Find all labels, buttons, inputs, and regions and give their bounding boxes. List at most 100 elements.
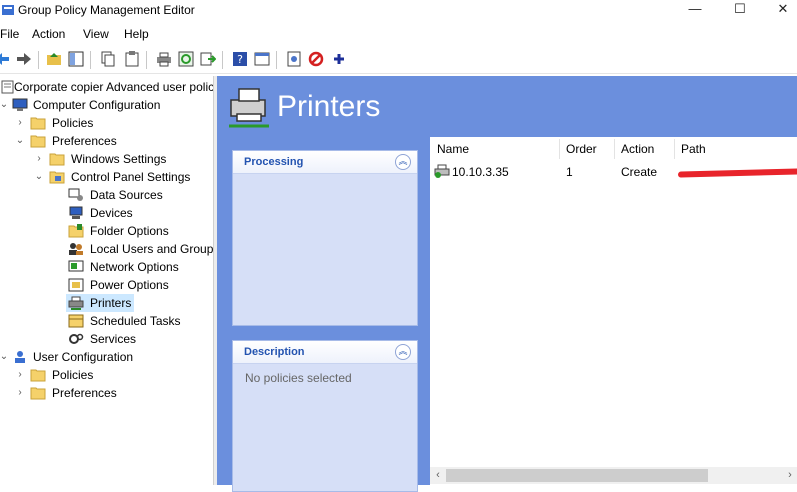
description-body: No policies selected <box>245 371 352 385</box>
menu-action[interactable]: Action <box>32 27 65 41</box>
chevron-right-icon[interactable]: › <box>33 150 45 168</box>
tree-item-user-policies[interactable]: › Policies <box>14 366 213 384</box>
chevron-right-icon[interactable]: › <box>14 384 26 402</box>
network-icon <box>68 260 84 272</box>
show-hide-tree-icon[interactable] <box>68 51 84 67</box>
back-arrow-icon[interactable] <box>0 51 10 67</box>
description-header[interactable]: Description ︽ <box>233 341 417 364</box>
tree-item-services[interactable]: Services <box>68 330 213 348</box>
chevron-down-icon[interactable]: ⌄ <box>0 348 10 366</box>
printer-item-icon <box>434 164 450 178</box>
copy-icon[interactable] <box>100 51 116 67</box>
tree-item-power-options[interactable]: Power Options <box>68 276 213 294</box>
chevron-right-icon[interactable]: › <box>14 114 26 132</box>
tree-label: Windows Settings <box>71 152 167 166</box>
cell-order: 1 <box>566 165 573 179</box>
users-icon <box>69 243 83 255</box>
column-header-name[interactable]: Name <box>437 142 469 156</box>
tree-item-folder-options[interactable]: Folder Options <box>68 222 213 240</box>
up-folder-icon[interactable] <box>46 51 62 67</box>
tree-item-data-sources[interactable]: Data Sources <box>68 186 213 204</box>
tree-item-preferences[interactable]: ⌄ Preferences <box>14 132 213 150</box>
tree-item-computer-configuration[interactable]: ⌄ Computer Configuration <box>0 96 213 114</box>
tree-item-user-configuration[interactable]: ⌄ User Configuration <box>0 348 213 366</box>
menu-file[interactable]: File <box>0 27 19 41</box>
tree-item-printers[interactable]: Printers <box>66 294 134 312</box>
cell-name: 10.10.3.35 <box>452 165 509 179</box>
toolbar-separator <box>146 51 147 69</box>
tree-item-root[interactable]: Corporate copier Advanced user polic <box>0 78 213 96</box>
menu-view[interactable]: View <box>83 27 109 41</box>
new-item-icon[interactable] <box>286 51 302 67</box>
folder-icon <box>30 369 46 382</box>
column-divider[interactable] <box>559 139 560 159</box>
processing-title: Processing <box>244 156 304 168</box>
tree-label: Folder Options <box>90 224 169 238</box>
close-button[interactable]: ✕ <box>760 0 797 22</box>
collapse-icon[interactable]: ︽ <box>395 344 411 360</box>
tree-item-network-options[interactable]: Network Options <box>68 258 213 276</box>
control-panel-folder-icon <box>49 171 65 184</box>
printer-header-icon <box>229 88 269 128</box>
tree-label: Scheduled Tasks <box>90 314 181 328</box>
column-divider[interactable] <box>674 139 675 159</box>
folder-icon <box>30 117 46 130</box>
folder-options-icon <box>68 224 84 238</box>
tree-label: Corporate copier Advanced user polic <box>14 80 213 94</box>
scrollbar-thumb[interactable] <box>446 469 708 482</box>
table-row[interactable]: 10.10.3.35 1 Create <box>430 162 797 180</box>
collapse-icon[interactable]: ︽ <box>395 154 411 170</box>
description-panel: Description ︽ No policies selected <box>232 340 418 492</box>
folder-icon <box>49 153 65 166</box>
menu-help[interactable]: Help <box>124 27 149 41</box>
chevron-down-icon[interactable]: ⌄ <box>0 96 10 114</box>
data-sources-icon <box>68 188 83 201</box>
print-icon[interactable] <box>156 51 172 67</box>
maximize-button[interactable]: ☐ <box>717 0 763 22</box>
tree-item-scheduled-tasks[interactable]: Scheduled Tasks <box>68 312 213 330</box>
chevron-down-icon[interactable]: ⌄ <box>33 168 45 186</box>
properties-icon[interactable] <box>254 51 270 67</box>
tree-item-devices[interactable]: Devices <box>68 204 213 222</box>
tree-label: Preferences <box>52 386 117 400</box>
tree-label: User Configuration <box>33 350 134 364</box>
processing-header[interactable]: Processing ︽ <box>233 151 417 174</box>
folder-icon <box>30 387 46 400</box>
toolbar-separator <box>90 51 91 69</box>
computer-icon <box>12 98 28 111</box>
tree-item-policies[interactable]: › Policies <box>14 114 213 132</box>
tree-label: Local Users and Groups <box>90 242 213 256</box>
toolbar-separator <box>276 51 277 69</box>
printer-icon <box>68 296 84 310</box>
chevron-down-icon[interactable]: ⌄ <box>14 132 26 150</box>
details-pane: Printers Processing ︽ Description ︽ No p… <box>217 76 797 492</box>
column-header-path[interactable]: Path <box>681 142 706 156</box>
column-divider[interactable] <box>614 139 615 159</box>
export-icon[interactable] <box>200 51 216 67</box>
tree-item-local-users-and-groups[interactable]: Local Users and Groups <box>68 240 213 258</box>
column-header-action[interactable]: Action <box>621 142 654 156</box>
help-icon[interactable]: ? <box>232 51 248 67</box>
window-title: Group Policy Management Editor <box>18 3 195 17</box>
tree-item-windows-settings[interactable]: › Windows Settings <box>33 150 213 168</box>
chevron-right-icon[interactable]: › <box>14 366 26 384</box>
processing-body <box>233 174 417 188</box>
redaction-mark <box>677 168 797 178</box>
tree-item-user-preferences[interactable]: › Preferences <box>14 384 213 402</box>
horizontal-scrollbar[interactable]: ‹ › <box>430 467 797 484</box>
processing-panel: Processing ︽ <box>232 150 418 326</box>
tree-label: Power Options <box>90 278 169 292</box>
tree-item-control-panel-settings[interactable]: ⌄ Control Panel Settings <box>33 168 213 186</box>
refresh-icon[interactable] <box>178 51 194 67</box>
column-header-order[interactable]: Order <box>566 142 597 156</box>
console-tree: Corporate copier Advanced user polic ⌄ C… <box>0 76 213 485</box>
scroll-right-icon[interactable]: › <box>783 468 797 483</box>
scroll-left-icon[interactable]: ‹ <box>431 468 445 483</box>
user-icon <box>15 351 25 363</box>
paste-icon[interactable] <box>124 51 140 67</box>
minimize-button[interactable]: — <box>672 0 718 22</box>
forward-arrow-icon[interactable] <box>16 51 32 67</box>
title-bar: Group Policy Management Editor — ☐ ✕ <box>0 0 797 22</box>
stop-icon[interactable] <box>308 51 324 67</box>
add-icon[interactable] <box>331 51 347 67</box>
